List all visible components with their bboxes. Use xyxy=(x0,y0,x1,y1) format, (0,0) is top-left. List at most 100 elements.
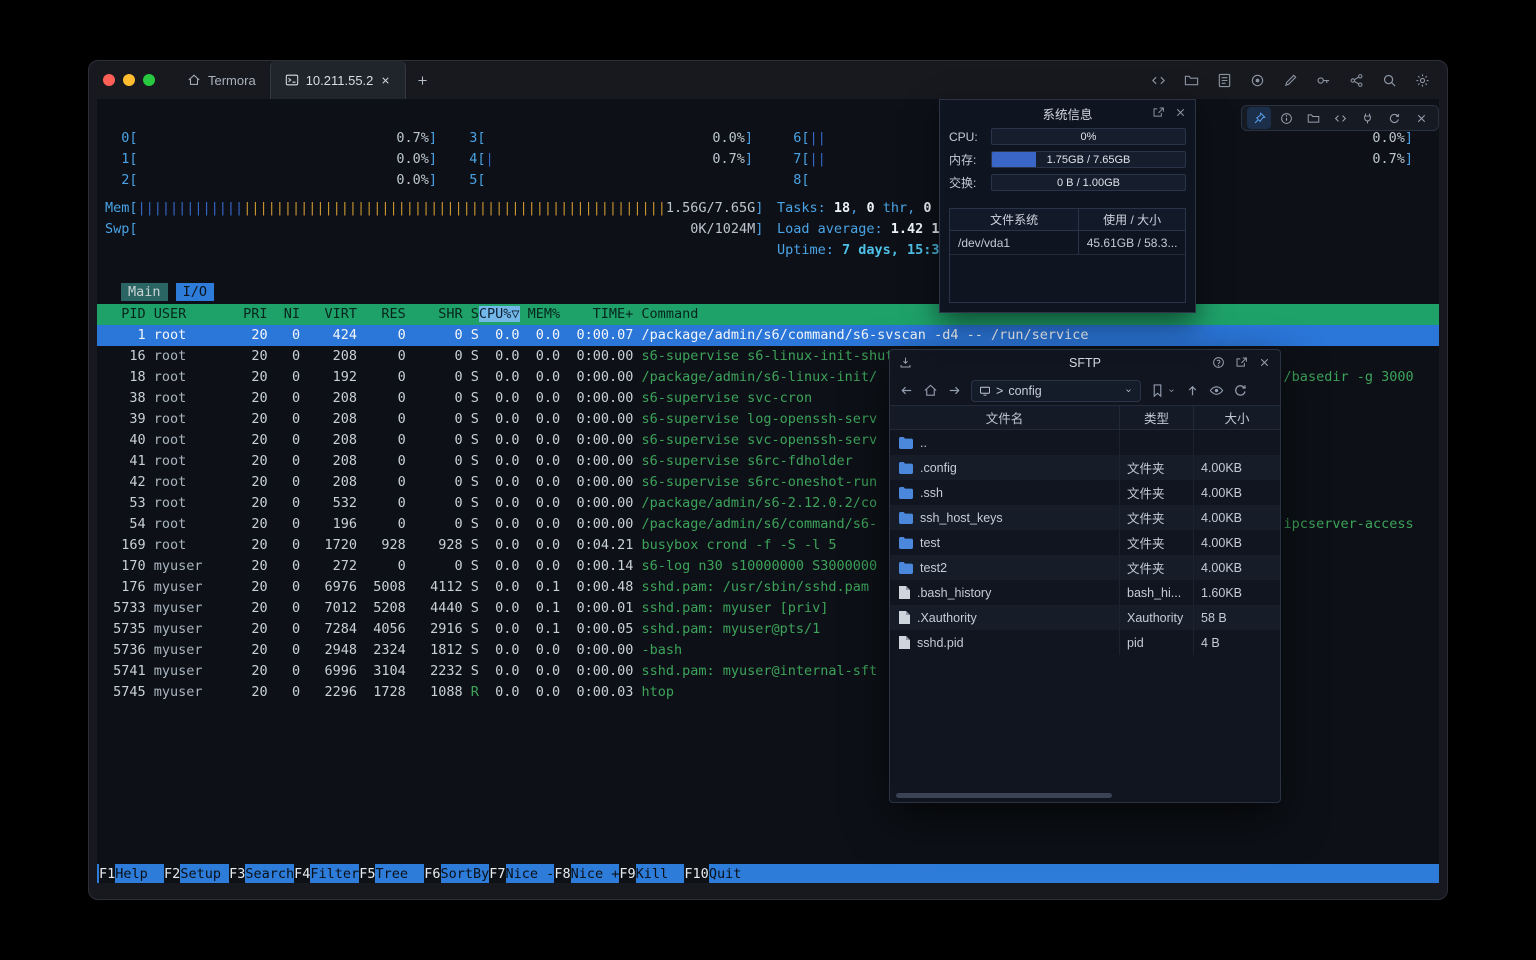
plug-icon[interactable] xyxy=(1355,107,1379,129)
file-name: test xyxy=(920,536,940,550)
chevron-down-icon[interactable] xyxy=(1167,386,1176,395)
fkey-label-kill[interactable]: Kill xyxy=(636,864,685,883)
fkey-label-setup[interactable]: Setup xyxy=(180,864,229,883)
home-icon[interactable] xyxy=(923,383,938,398)
fs-device: /dev/vda1 xyxy=(950,231,1079,254)
folder-icon xyxy=(899,487,913,499)
fkey-label-nice[interactable]: Nice + xyxy=(571,864,620,883)
fkey-f6[interactable]: F6 xyxy=(424,864,440,883)
sftp-file-row[interactable]: .config文件夹4.00KB xyxy=(890,455,1280,480)
screen-tab-io[interactable]: I/O xyxy=(176,283,214,301)
minimize-window-button[interactable] xyxy=(123,74,135,86)
fkey-label-help[interactable]: Help xyxy=(115,864,164,883)
refresh-icon[interactable] xyxy=(1233,383,1248,398)
close-icon[interactable] xyxy=(1258,356,1271,369)
help-icon[interactable] xyxy=(1212,356,1225,369)
new-tab-button[interactable] xyxy=(406,61,439,99)
file-type: bash_hi... xyxy=(1120,580,1194,605)
sysinfo-metric-row: 内存:1.75GB / 7.65GB xyxy=(949,151,1186,168)
column-header-size[interactable]: 大小 xyxy=(1194,406,1280,429)
filesystem-row[interactable]: /dev/vda1 45.61GB / 58.3... xyxy=(950,231,1185,255)
sftp-file-row[interactable]: .bash_historybash_hi...1.60KB xyxy=(890,580,1280,605)
sftp-file-row[interactable]: .XauthorityXauthority58 B xyxy=(890,605,1280,630)
file-size: 58 B xyxy=(1194,605,1280,630)
file-size: 4.00KB xyxy=(1194,555,1280,580)
sftp-file-row[interactable]: test2文件夹4.00KB xyxy=(890,555,1280,580)
fkey-f9[interactable]: F9 xyxy=(619,864,635,883)
sftp-file-row[interactable]: test文件夹4.00KB xyxy=(890,530,1280,555)
back-icon[interactable] xyxy=(899,383,914,398)
close-icon[interactable] xyxy=(1174,106,1187,119)
share-icon[interactable] xyxy=(1345,69,1367,91)
folder-icon[interactable] xyxy=(1301,107,1325,129)
metric-progress-bar: 1.75GB / 7.65GB xyxy=(991,151,1186,168)
sftp-file-row[interactable]: .ssh文件夹4.00KB xyxy=(890,480,1280,505)
sftp-file-row[interactable]: sshd.pidpid4 B xyxy=(890,630,1280,655)
edit-icon[interactable] xyxy=(1279,69,1301,91)
transfers-icon[interactable] xyxy=(899,356,912,369)
sftp-file-row[interactable]: ssh_host_keys文件夹4.00KB xyxy=(890,505,1280,530)
fkey-f3[interactable]: F3 xyxy=(229,864,245,883)
fkey-f8[interactable]: F8 xyxy=(554,864,570,883)
sysinfo-title: 系统信息 xyxy=(1042,104,1092,123)
fkey-f7[interactable]: F7 xyxy=(489,864,505,883)
file-name: .config xyxy=(920,461,957,475)
process-row-1[interactable]: 1 root 20 0 424 0 0 S 0.0 0.0 0:00.07 /p… xyxy=(97,325,1439,346)
info-icon[interactable] xyxy=(1274,107,1298,129)
folder-icon xyxy=(899,562,913,574)
cpu-meter-2: 2[0.0%] xyxy=(105,170,437,191)
path-breadcrumb[interactable]: > config xyxy=(971,380,1141,402)
column-header-filename[interactable]: 文件名 xyxy=(890,406,1120,429)
column-header-type[interactable]: 类型 xyxy=(1120,406,1194,429)
key-icon[interactable] xyxy=(1312,69,1334,91)
close-window-button[interactable] xyxy=(103,74,115,86)
fkey-label-sortby[interactable]: SortBy xyxy=(441,864,490,883)
terminal-icon xyxy=(285,73,299,87)
fkey-f2[interactable]: F2 xyxy=(164,864,180,883)
settings-icon[interactable] xyxy=(1411,69,1433,91)
sftp-title: SFTP xyxy=(1069,356,1101,370)
fkey-label-filter[interactable]: Filter xyxy=(310,864,359,883)
fkey-label-search[interactable]: Search xyxy=(245,864,294,883)
open-in-window-icon[interactable] xyxy=(1152,106,1165,119)
metric-label: 内存: xyxy=(949,151,991,168)
file-name: .ssh xyxy=(920,486,943,500)
record-icon[interactable] xyxy=(1246,69,1268,91)
folder-icon xyxy=(899,512,913,524)
open-in-window-icon[interactable] xyxy=(1235,356,1248,369)
close-icon[interactable] xyxy=(1409,107,1433,129)
metric-label: 交换: xyxy=(949,174,991,191)
close-tab-icon[interactable] xyxy=(380,75,391,86)
fkey-f4[interactable]: F4 xyxy=(294,864,310,883)
refresh-icon[interactable] xyxy=(1382,107,1406,129)
screen-tab-main[interactable]: Main xyxy=(121,283,168,301)
file-icon xyxy=(899,636,910,649)
file-size: 1.60KB xyxy=(1194,580,1280,605)
folder-icon[interactable] xyxy=(1180,69,1202,91)
fkey-f10[interactable]: F10 xyxy=(684,864,708,883)
bookmark-icon[interactable] xyxy=(1150,383,1165,398)
sftp-file-row[interactable]: .. xyxy=(890,430,1280,455)
folder-icon xyxy=(899,437,913,449)
file-type: Xauthority xyxy=(1120,605,1194,630)
pin-icon[interactable] xyxy=(1247,107,1271,129)
upload-icon[interactable] xyxy=(1185,383,1200,398)
chevron-down-icon[interactable] xyxy=(1124,386,1133,395)
fkey-f5[interactable]: F5 xyxy=(359,864,375,883)
tab-ssh-session[interactable]: 10.211.55.2 xyxy=(270,61,407,99)
code-icon[interactable] xyxy=(1147,69,1169,91)
tab-home[interactable]: Termora xyxy=(173,61,270,99)
show-hidden-icon[interactable] xyxy=(1209,383,1224,398)
code-icon[interactable] xyxy=(1328,107,1352,129)
fkey-label-tree[interactable]: Tree xyxy=(375,864,424,883)
search-icon[interactable] xyxy=(1378,69,1400,91)
log-icon[interactable] xyxy=(1213,69,1235,91)
fkey-label-quit[interactable]: Quit xyxy=(709,864,758,883)
forward-icon[interactable] xyxy=(947,383,962,398)
fkey-label-nice[interactable]: Nice - xyxy=(506,864,555,883)
horizontal-scrollbar[interactable] xyxy=(896,793,1112,798)
process-table-header[interactable]: PID USER PRI NI VIRT RES SHR SCPU%▽ MEM%… xyxy=(97,304,1439,325)
computer-icon xyxy=(979,385,991,397)
zoom-window-button[interactable] xyxy=(143,74,155,86)
fkey-f1[interactable]: F1 xyxy=(99,864,115,883)
